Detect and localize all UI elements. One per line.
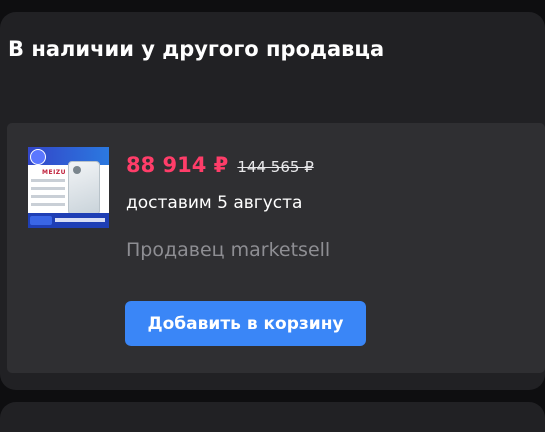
delivery-date: доставим 5 августа: [126, 193, 303, 213]
phone-render: [68, 161, 100, 215]
product-image[interactable]: MEIZU: [28, 147, 109, 228]
feature-line: [31, 195, 65, 198]
image-banner-bottom: [28, 213, 109, 228]
next-section-card: [0, 402, 545, 432]
feature-line: [31, 203, 65, 206]
feature-line: [31, 179, 65, 182]
add-to-cart-button[interactable]: Добавить в корзину: [125, 301, 366, 346]
camera-icon: [73, 166, 81, 174]
nfc-badge: [30, 216, 52, 225]
price-current: 88 914 ₽: [126, 153, 229, 177]
offers-sheet: В наличии у другого продавца MEIZU 88 91…: [0, 12, 545, 390]
feature-line: [31, 187, 65, 190]
price-old: 144 565 ₽: [237, 158, 314, 176]
brand-logo: MEIZU: [42, 169, 67, 176]
model-caption: [55, 218, 105, 222]
offer-card[interactable]: MEIZU 88 914 ₽ 144 565 ₽ доставим 5 авгу…: [7, 123, 545, 373]
section-title: В наличии у другого продавца: [8, 37, 385, 61]
seller-name[interactable]: Продавец marketsell: [126, 239, 330, 261]
price-row: 88 914 ₽ 144 565 ₽: [126, 153, 314, 177]
promo-badge-icon: [30, 149, 46, 165]
